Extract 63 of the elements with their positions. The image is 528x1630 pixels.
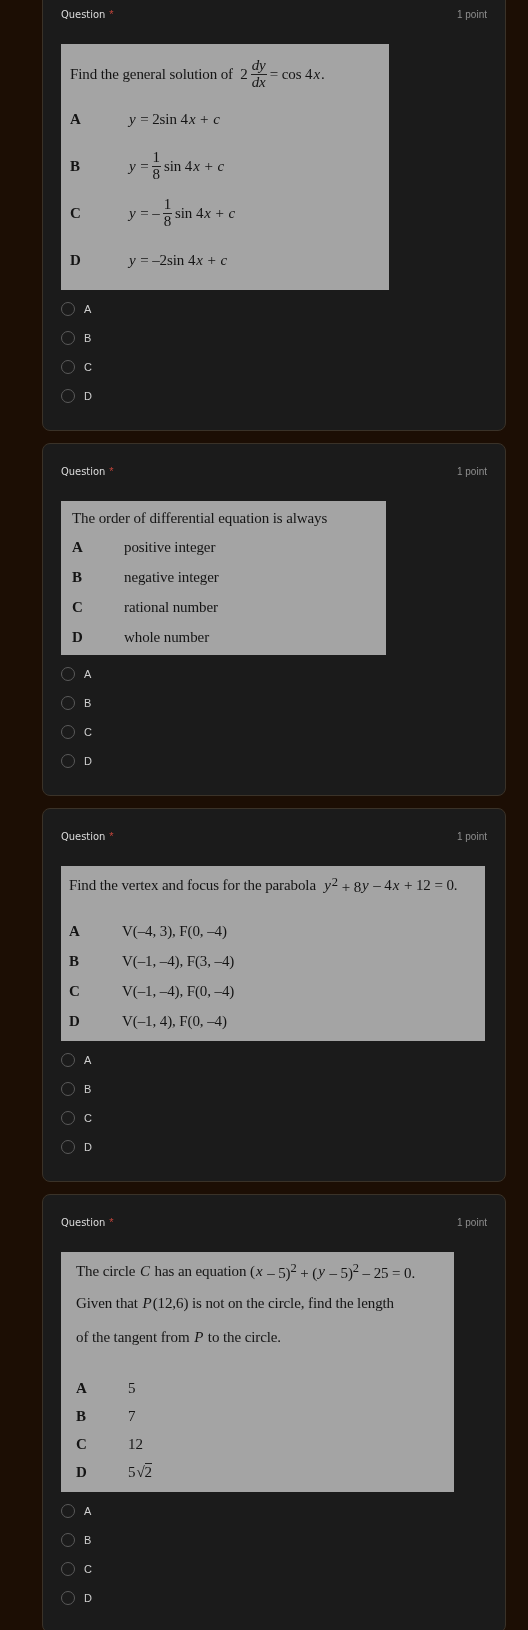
choice-label: C: [84, 1111, 92, 1124]
question-text: The circle C has an equation (x – 5)$^{2}$ + (y – 5)$^{2}$ – 25 = 0.: [76, 1260, 416, 1282]
question-title: Question: [61, 1215, 106, 1229]
choice-label: A: [84, 1053, 92, 1066]
option-letter: B: [72, 568, 83, 586]
option-letter: A: [72, 538, 84, 556]
question-text: Given that P(12,6) is not on the circle, find the length: [76, 1295, 394, 1312]
option-letter: D: [72, 628, 84, 646]
choice-label: C: [84, 360, 92, 373]
option-letter: B: [69, 952, 80, 970]
option-text: V(–4, 3), F(0, –4): [122, 922, 228, 940]
option-letter: D: [70, 252, 82, 269]
choice-label: D: [84, 389, 92, 402]
question-title: Question: [61, 829, 106, 843]
question-text: Find the vertex and focus for the parabola y$^{2}$ + 8y – 4x + 12 = 0.: [69, 874, 458, 896]
option-letter: A: [70, 111, 82, 128]
option-text: y = 2sin 4x + c: [129, 111, 221, 128]
choice-label: B: [84, 331, 92, 344]
option-text: V(–1, –4), F(0, –4): [122, 982, 236, 1000]
option-text: 5: [128, 1379, 137, 1397]
question-text: The order of differential equation is always: [72, 509, 328, 527]
required-asterisk: *: [109, 464, 114, 477]
choice-label: C: [84, 725, 92, 738]
option-text: 12: [128, 1435, 144, 1453]
question-text: of the tangent from P to the circle.: [76, 1329, 281, 1346]
question-title: Question: [61, 464, 106, 478]
option-text: 7: [128, 1407, 137, 1425]
choice-label: A: [84, 667, 92, 680]
option-text: V(–1, 4), F(0, –4): [122, 1012, 228, 1030]
choice-label: C: [84, 1562, 92, 1575]
option-text: negative integer: [124, 568, 220, 586]
option-letter: A: [69, 922, 81, 940]
choice-label: D: [84, 754, 92, 767]
option-letter: C: [76, 1435, 88, 1453]
points-label: 1 point: [456, 465, 487, 477]
required-asterisk: *: [109, 7, 114, 20]
required-asterisk: *: [109, 829, 114, 842]
option-letter: B: [70, 158, 81, 175]
option-letter: A: [76, 1379, 88, 1397]
option-letter: D: [69, 1012, 81, 1030]
option-text: positive integer: [124, 538, 217, 556]
option-text: whole number: [124, 628, 211, 646]
choice-label: A: [84, 302, 92, 315]
choice-label: A: [84, 1504, 92, 1517]
option-text: 5√2: [128, 1463, 153, 1481]
required-asterisk: *: [109, 1215, 114, 1228]
choice-label: B: [84, 1082, 92, 1095]
option-letter: C: [72, 598, 84, 616]
option-letter: C: [70, 205, 82, 222]
option-text: y = –2sin 4x + c: [129, 252, 229, 269]
choice-label: D: [84, 1140, 92, 1153]
option-text: rational number: [124, 598, 219, 616]
option-letter: D: [76, 1463, 88, 1481]
option-letter: C: [69, 982, 81, 1000]
question-title: Question: [61, 7, 106, 21]
option-text: V(–1, –4), F(3, –4): [122, 952, 236, 970]
choice-label: B: [84, 696, 92, 709]
option-letter: B: [76, 1407, 87, 1425]
choice-label: D: [84, 1591, 92, 1604]
points-label: 1 point: [456, 830, 487, 842]
choice-label: B: [84, 1533, 92, 1546]
points-label: 1 point: [456, 8, 487, 20]
points-label: 1 point: [456, 1216, 487, 1228]
